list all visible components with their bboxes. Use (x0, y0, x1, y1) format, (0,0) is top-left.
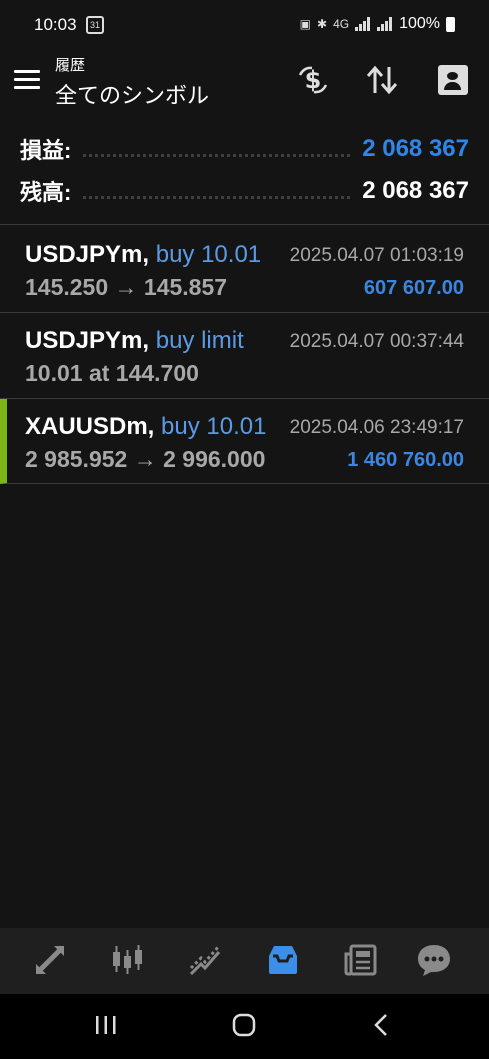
tab-news[interactable] (341, 940, 381, 980)
calendar-icon: 31 (86, 16, 104, 34)
deal-profit: 607 607.00 (363, 277, 464, 299)
signal-icon-2 (377, 17, 393, 31)
history-icon (269, 946, 297, 974)
deal-title: USDJPYm, buy 10.01 (25, 241, 261, 269)
deal-prices: 2 985.952 → 2 996.000 (25, 446, 266, 472)
deal-prices: 145.250 → 145.857 (25, 274, 228, 300)
status-bar: 10:03 31 ▣ ✱ 4G 100% (0, 0, 489, 50)
quotes-icon (36, 946, 64, 974)
dotted-leader (83, 142, 351, 157)
tab-quotes[interactable] (30, 940, 70, 980)
menu-icon[interactable] (14, 70, 40, 90)
page-subtitle: 履歴 (55, 57, 86, 74)
home-icon[interactable] (224, 1008, 264, 1042)
dotted-leader (83, 184, 351, 199)
tab-trade[interactable] (185, 940, 225, 980)
history-row[interactable]: USDJPYm, buy limit 10.01 at 144.700 2025… (0, 313, 489, 399)
balance-row: 残高: 2 068 367 (20, 174, 469, 208)
deal-type: buy limit (155, 327, 244, 354)
deal-title: XAUUSDm, buy 10.01 (25, 413, 266, 441)
deal-type: buy 10.01 (161, 413, 267, 440)
news-icon (344, 944, 377, 976)
svg-text:$: $ (305, 66, 322, 94)
recent-apps-icon[interactable] (86, 1008, 126, 1042)
notification-icon: ▣ (299, 17, 311, 31)
page-title[interactable]: 全てのシンボル (55, 78, 209, 110)
battery-icon (446, 16, 455, 32)
deal-symbol: USDJPYm, (25, 241, 150, 268)
profit-row: 損益: 2 068 367 (20, 132, 469, 166)
deal-time: 2025.04.06 23:49:17 (289, 417, 464, 438)
profit-label: 損益: (20, 138, 72, 163)
deal-profit: 1 460 760.00 (347, 449, 464, 471)
network-type: 4G (333, 17, 350, 31)
deal-time: 2025.04.07 00:37:44 (289, 331, 464, 352)
app-header: 履歴 全てのシンボル $ (0, 50, 489, 120)
signal-icon (355, 17, 371, 31)
report-icon[interactable] (435, 62, 471, 98)
status-time: 10:03 (34, 15, 77, 34)
tab-history[interactable] (263, 940, 303, 980)
chart-icon (113, 945, 142, 974)
profit-value: 2 068 367 (362, 135, 469, 162)
summary-panel: 損益: 2 068 367 残高: 2 068 367 (0, 128, 489, 225)
system-nav-bar (0, 994, 489, 1059)
deal-time: 2025.04.07 01:03:19 (289, 245, 464, 266)
bluetooth-icon: ✱ (317, 17, 328, 31)
tab-messages[interactable] (414, 940, 454, 980)
balance-value: 2 068 367 (362, 177, 469, 204)
history-row-selected[interactable]: XAUUSDm, buy 10.01 2 985.952 → 2 996.000… (0, 399, 489, 484)
sort-icon[interactable] (364, 62, 400, 98)
bottom-tab-bar (0, 928, 489, 994)
trade-icon (189, 945, 221, 976)
history-row[interactable]: USDJPYm, buy 10.01 145.250 → 145.857 202… (0, 227, 489, 313)
deal-prices: 10.01 at 144.700 (25, 360, 199, 386)
deal-type: buy 10.01 (155, 241, 262, 268)
tab-chart[interactable] (107, 940, 147, 980)
battery-percent: 100% (399, 15, 440, 32)
back-icon[interactable] (361, 1008, 401, 1042)
currency-exchange-icon[interactable]: $ (295, 62, 331, 98)
status-indicators: ▣ ✱ 4G 100% (300, 15, 455, 33)
deal-title: USDJPYm, buy limit (25, 327, 244, 355)
deal-symbol: XAUUSDm, (25, 413, 155, 440)
report-icon-shape (438, 65, 468, 95)
deal-symbol: USDJPYm, (25, 327, 150, 354)
messages-icon (418, 945, 450, 976)
balance-label: 残高: (20, 180, 72, 205)
